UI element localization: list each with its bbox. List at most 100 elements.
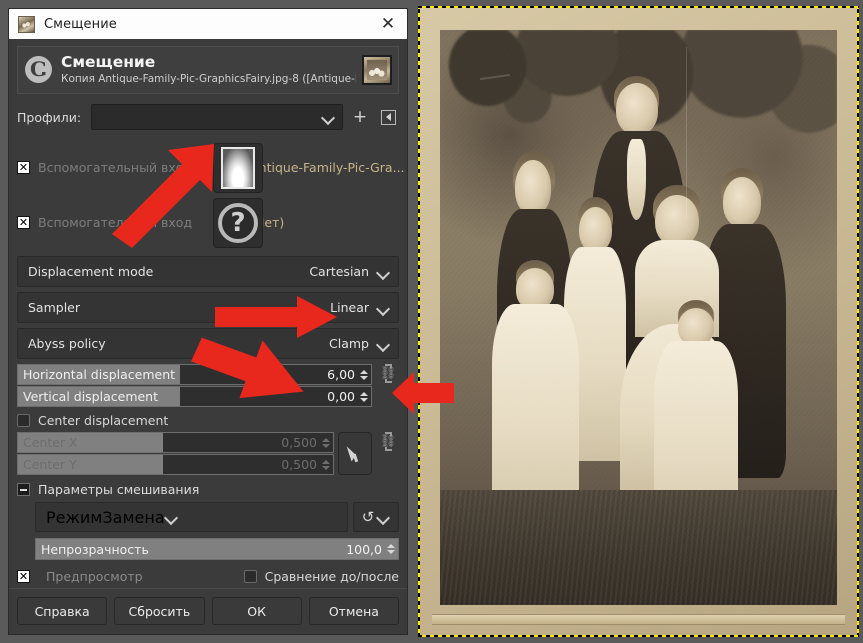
chain-link-icon: ⛓ bbox=[379, 434, 397, 449]
chevron-down-icon bbox=[377, 513, 390, 521]
horizontal-displacement-value[interactable]: 6,00 bbox=[327, 367, 359, 382]
chevron-down-icon bbox=[377, 304, 390, 312]
blending-options-panel: Режим Замена ↺ Непрозрачность 100,0 bbox=[17, 502, 399, 560]
dialog-titlebar[interactable]: Смещение ✕ bbox=[9, 9, 407, 39]
blend-mode-label: Режим bbox=[46, 507, 103, 527]
blend-reset-button[interactable]: ↺ bbox=[353, 502, 399, 532]
cancel-button[interactable]: Отмена bbox=[308, 597, 399, 625]
aux-input-checkbox-2[interactable]: ✕ bbox=[17, 215, 30, 229]
aux-input-label-2: Вспомогательный вход bbox=[38, 214, 193, 230]
photo-grain bbox=[440, 30, 837, 605]
center-displacement-checkbox[interactable] bbox=[17, 414, 30, 427]
aux-input-row-1[interactable]: ✕ Вспомогательный вход Antique-Family-Pi… bbox=[17, 141, 405, 193]
filter-subtitle: Копия Antique-Family-Pic-GraphicsFairy.j… bbox=[61, 73, 356, 86]
blending-options-expander[interactable]: Параметры смешивания bbox=[17, 482, 399, 497]
chain-link-icon: ⛓ bbox=[379, 366, 397, 381]
center-x-label: Center X bbox=[23, 435, 78, 450]
horizontal-displacement-stepper[interactable] bbox=[359, 369, 371, 380]
chevron-down-icon bbox=[377, 340, 390, 348]
center-x-field[interactable]: Center X 0,500 bbox=[17, 432, 334, 453]
collapse-icon bbox=[17, 483, 30, 496]
blending-options-label: Параметры смешивания bbox=[38, 482, 200, 497]
aux-input-thumbnail-none[interactable]: ? bbox=[213, 198, 263, 248]
filter-title: Смещение bbox=[61, 52, 156, 71]
auxiliary-inputs-zone: ✕ Вспомогательный вход Antique-Family-Pi… bbox=[17, 141, 405, 256]
reset-button[interactable]: Сбросить bbox=[114, 597, 205, 625]
center-y-label: Center Y bbox=[23, 457, 77, 472]
vertical-displacement-field[interactable]: Vertical displacement 0,00 bbox=[17, 386, 372, 407]
horizontal-displacement-label: Horizontal displacement bbox=[23, 367, 176, 382]
displacement-chain-link[interactable]: ⛓ bbox=[377, 364, 399, 383]
marching-ants-selection bbox=[418, 6, 859, 637]
blend-mode-row: Режим Замена ↺ bbox=[35, 502, 399, 532]
bottom-checkbox-row: ✕ Предпросмотр Сравнение до/после bbox=[17, 569, 399, 584]
aux-input-thumbnail[interactable] bbox=[213, 143, 263, 193]
sampler-combo[interactable]: Sampler Linear bbox=[17, 292, 399, 323]
sampler-value: Linear bbox=[330, 300, 369, 315]
opacity-value[interactable]: 100,0 bbox=[346, 542, 386, 557]
profile-menu-button[interactable] bbox=[377, 105, 399, 129]
vertical-displacement-value[interactable]: 0,00 bbox=[327, 389, 359, 404]
aux-thumbnail-image-icon bbox=[221, 147, 255, 189]
antique-family-photo bbox=[440, 30, 837, 605]
app-screen: Смещение ✕ G Смещение Копия Antique-Fami… bbox=[0, 0, 863, 643]
displacement-mode-combo[interactable]: Displacement mode Cartesian bbox=[17, 256, 399, 287]
aux-input-checkbox-1[interactable]: ✕ bbox=[17, 160, 30, 174]
profiles-select[interactable] bbox=[91, 104, 343, 130]
undo-icon: ↺ bbox=[361, 507, 375, 526]
blend-mode-combo[interactable]: Режим Замена bbox=[35, 502, 348, 532]
displacement-fields-group: Horizontal displacement 6,00 Vertical di… bbox=[17, 364, 399, 408]
filter-header-text: Смещение Копия Antique-Family-Pic-Graphi… bbox=[61, 52, 356, 86]
aux-input-value-1: Antique-Family-Pic-Gra... bbox=[250, 159, 405, 175]
vertical-displacement-stepper[interactable] bbox=[359, 391, 371, 402]
question-mark-icon: ? bbox=[218, 203, 258, 243]
preview-checkbox[interactable]: ✕ bbox=[17, 570, 30, 583]
center-displacement-row[interactable]: Center displacement bbox=[17, 413, 399, 428]
opacity-label: Непрозрачность bbox=[41, 541, 149, 557]
displacement-mode-value: Cartesian bbox=[309, 264, 369, 279]
chevron-down-icon bbox=[377, 268, 390, 276]
center-x-value[interactable]: 0,500 bbox=[281, 435, 321, 450]
horizontal-displacement-field[interactable]: Horizontal displacement 6,00 bbox=[17, 364, 372, 385]
photo-mat-border bbox=[420, 8, 857, 635]
vertical-displacement-label: Vertical displacement bbox=[23, 389, 159, 404]
split-view-label: Сравнение до/после bbox=[264, 569, 399, 584]
aux-input-label-1: Вспомогательный вход bbox=[38, 159, 193, 175]
profile-menu-icon bbox=[380, 109, 396, 125]
filter-header: G Смещение Копия Antique-Family-Pic-Grap… bbox=[17, 46, 399, 94]
header-image-thumbnail bbox=[362, 54, 392, 85]
abyss-policy-label: Abyss policy bbox=[28, 336, 106, 351]
blend-mode-value: Замена bbox=[102, 507, 165, 527]
opacity-stepper[interactable] bbox=[386, 544, 398, 554]
abyss-policy-value: Clamp bbox=[329, 336, 369, 351]
abyss-policy-combo[interactable]: Abyss policy Clamp bbox=[17, 328, 399, 359]
preview-label: Предпросмотр bbox=[46, 569, 143, 584]
dialog-title: Смещение bbox=[44, 16, 117, 32]
center-y-value[interactable]: 0,500 bbox=[281, 457, 321, 472]
displacement-mode-label: Displacement mode bbox=[28, 264, 154, 279]
center-y-stepper[interactable] bbox=[321, 459, 333, 470]
displacement-dialog: Смещение ✕ G Смещение Копия Antique-Fami… bbox=[8, 8, 408, 635]
image-canvas-pane[interactable] bbox=[416, 0, 863, 643]
split-view-checkbox[interactable] bbox=[243, 570, 257, 583]
opacity-field[interactable]: Непрозрачность 100,0 bbox=[35, 538, 399, 560]
profiles-label: Профили: bbox=[17, 109, 82, 125]
add-profile-button[interactable]: + bbox=[349, 105, 371, 129]
close-icon[interactable]: ✕ bbox=[375, 11, 401, 37]
center-pick-button[interactable] bbox=[338, 432, 372, 475]
chevron-down-icon bbox=[165, 513, 178, 521]
gimp-logo-icon: G bbox=[25, 56, 52, 83]
dialog-button-bar: Справка Сбросить ОК Отмена bbox=[9, 588, 407, 634]
center-displacement-label: Center displacement bbox=[38, 413, 169, 428]
dialog-body: G Смещение Копия Antique-Family-Pic-Grap… bbox=[9, 39, 407, 588]
ok-button[interactable]: ОК bbox=[211, 597, 302, 625]
image-thumbnail-icon bbox=[18, 15, 35, 33]
center-chain-link[interactable]: ⛓ bbox=[377, 432, 399, 451]
center-x-stepper[interactable] bbox=[321, 437, 333, 448]
help-button[interactable]: Справка bbox=[17, 597, 108, 625]
center-fields-group: Center X 0,500 Center Y 0,500 ⛓ bbox=[17, 432, 399, 476]
profiles-row: Профили: + bbox=[17, 104, 399, 130]
sampler-label: Sampler bbox=[28, 300, 81, 315]
center-y-field[interactable]: Center Y 0,500 bbox=[17, 454, 334, 475]
aux-input-row-2[interactable]: ✕ Вспомогательный вход (Нет) bbox=[17, 196, 399, 248]
